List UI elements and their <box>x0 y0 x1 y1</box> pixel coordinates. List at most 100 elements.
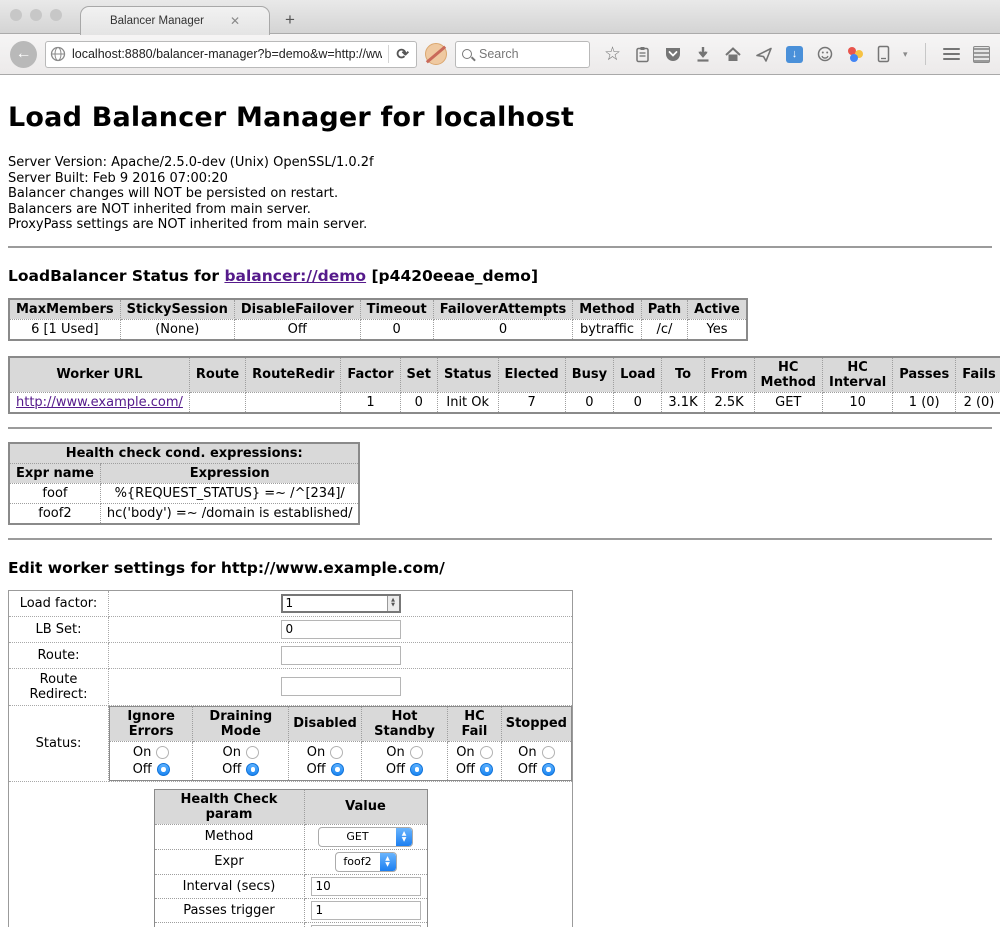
balancers-notice-line: Balancers are NOT inherited from main se… <box>8 202 992 218</box>
expr-label: Expr <box>154 849 304 874</box>
worker-url-link[interactable]: http://www.example.com/ <box>16 395 183 410</box>
close-window-icon[interactable] <box>10 9 22 21</box>
urlbar-divider <box>388 45 389 63</box>
cell-to: 3.1K <box>662 392 704 413</box>
col-draining-mode: Draining Mode <box>193 706 289 741</box>
lb-set-label: LB Set: <box>9 616 109 642</box>
tab-title: Balancer Manager <box>110 15 204 27</box>
select-stepper-icon: ▲▼ <box>380 853 396 871</box>
on-label: On <box>386 745 404 760</box>
lb-set-input[interactable] <box>281 620 401 639</box>
radio-ignore-errors-off[interactable] <box>157 763 170 776</box>
back-button[interactable]: ← <box>10 41 37 68</box>
col-path: Path <box>641 299 687 320</box>
send-icon[interactable] <box>755 46 773 63</box>
expr-select[interactable]: foof2▲▼ <box>335 852 397 872</box>
expr-table-title: Health check cond. expressions: <box>9 443 359 464</box>
form-row-route: Route: <box>9 642 573 668</box>
expr-row: foof2 hc('body') =~ /domain is establish… <box>9 503 359 524</box>
cell-path: /c/ <box>641 319 687 340</box>
route-label: Route: <box>9 642 109 668</box>
persist-notice-line: Balancer changes will NOT be persisted o… <box>8 186 992 202</box>
radio-hc-fail-off[interactable] <box>480 763 493 776</box>
radio-hot-standby-off[interactable] <box>410 763 423 776</box>
radio-ignore-errors-on[interactable] <box>156 746 169 759</box>
cell-active: Yes <box>688 319 747 340</box>
cell-expr-name: foof <box>9 483 100 503</box>
fails-trigger-label: Fails trigger) <box>154 922 304 927</box>
downloads-icon[interactable] <box>695 46 711 63</box>
col-load: Load <box>614 357 662 393</box>
heading-prefix: LoadBalancer Status for <box>8 267 224 285</box>
status-radio-table: Ignore Errors Draining Mode Disabled Hot… <box>109 706 572 781</box>
colored-dots-extension-icon[interactable] <box>847 46 864 63</box>
url-bar[interactable]: ⟳ <box>45 41 417 68</box>
search-input[interactable] <box>477 46 567 62</box>
balancer-demo-link[interactable]: balancer://demo <box>224 267 366 285</box>
radio-stopped-off[interactable] <box>542 763 555 776</box>
col-routeredir: RouteRedir <box>246 357 341 393</box>
home-icon[interactable] <box>724 46 742 63</box>
globe-icon <box>50 46 66 62</box>
col-active: Active <box>688 299 747 320</box>
minimize-window-icon[interactable] <box>30 9 42 21</box>
expr-row: foof %{REQUEST_STATUS} =~ /^[234]/ <box>9 483 359 503</box>
page-title: Load Balancer Manager for localhost <box>8 102 992 133</box>
cell-busy: 0 <box>565 392 613 413</box>
cell-from: 2.5K <box>704 392 754 413</box>
clipboard-icon[interactable] <box>634 46 651 63</box>
server-built-line: Server Built: Feb 9 2016 07:00:20 <box>8 171 992 187</box>
method-select[interactable]: GET▲▼ <box>318 827 413 847</box>
col-busy: Busy <box>565 357 613 393</box>
col-to: To <box>662 357 704 393</box>
col-hc-interval: HC Interval <box>822 357 892 393</box>
route-redirect-label: Route Redirect: <box>9 668 109 705</box>
edit-worker-heading: Edit worker settings for http://www.exam… <box>8 559 992 577</box>
radio-hot-standby-on[interactable] <box>410 746 423 759</box>
off-label: Off <box>133 762 152 777</box>
browser-tab[interactable]: Balancer Manager ✕ <box>80 6 270 35</box>
device-icon[interactable] <box>877 45 890 63</box>
radio-draining-mode-off[interactable] <box>246 763 259 776</box>
adblock-icon[interactable] <box>425 43 447 65</box>
interval-input[interactable] <box>311 877 421 896</box>
on-label: On <box>133 745 151 760</box>
route-redirect-input[interactable] <box>281 677 401 696</box>
col-worker-url: Worker URL <box>9 357 189 393</box>
cell-fails: 2 (0) <box>956 392 1000 413</box>
on-label: On <box>223 745 241 760</box>
reload-icon[interactable]: ⟳ <box>393 45 412 63</box>
radio-hc-fail-on[interactable] <box>480 746 493 759</box>
col-hc-param: Health Check param <box>154 789 304 824</box>
cell-expression: %{REQUEST_STATUS} =~ /^[234]/ <box>100 483 359 503</box>
menu-icon[interactable] <box>943 45 960 63</box>
tab-close-icon[interactable]: ✕ <box>230 14 240 28</box>
radio-stopped-on[interactable] <box>542 746 555 759</box>
col-passes: Passes <box>893 357 956 393</box>
radio-disabled-off[interactable] <box>331 763 344 776</box>
radio-disabled-on[interactable] <box>330 746 343 759</box>
bookmark-star-icon[interactable]: ☆ <box>604 45 621 64</box>
forum-smiley-icon[interactable] <box>816 46 834 63</box>
dropbox-extension-icon[interactable]: ↓ <box>786 46 803 63</box>
browser-window: Balancer Manager ✕ + ← ⟳ ☆ <box>0 0 1000 927</box>
radio-draining-mode-on[interactable] <box>246 746 259 759</box>
off-label: Off <box>518 762 537 777</box>
url-input[interactable] <box>70 46 384 62</box>
number-spinner-icon[interactable]: ▲▼ <box>387 596 399 611</box>
pocket-icon[interactable] <box>664 46 682 63</box>
hc-row-interval: Interval (secs) <box>154 874 427 898</box>
passes-trigger-input[interactable] <box>311 901 421 920</box>
zoom-window-icon[interactable] <box>50 9 62 21</box>
col-hc-method: HC Method <box>754 357 822 393</box>
col-disabled: Disabled <box>289 706 362 741</box>
section-divider <box>8 538 992 540</box>
new-tab-button[interactable]: + <box>285 10 295 30</box>
tab-grid-icon[interactable] <box>973 46 990 63</box>
heading-suffix: [p4420eeae_demo] <box>366 267 538 285</box>
chevron-down-icon[interactable]: ▾ <box>903 49 908 60</box>
route-input[interactable] <box>281 646 401 665</box>
search-bar[interactable] <box>455 41 590 68</box>
method-label: Method <box>154 824 304 849</box>
load-factor-input[interactable] <box>283 596 387 611</box>
